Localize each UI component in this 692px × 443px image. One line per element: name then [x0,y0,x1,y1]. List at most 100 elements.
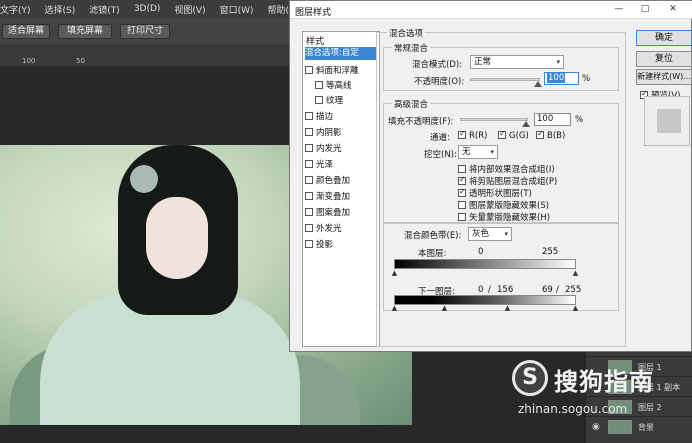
checkbox[interactable] [458,129,466,139]
checkbox[interactable] [305,66,313,74]
channel-g[interactable]: G(G) [498,129,529,141]
style-item-label: 等高线 [326,81,352,91]
knockout-select[interactable]: 无 ▾ [458,145,498,159]
checkbox[interactable] [458,213,466,221]
layer-mask-hides-option[interactable]: 图层蒙版隐藏效果(S) [458,199,549,211]
fit-screen-button[interactable]: 适合屏幕 [2,24,50,39]
this-layer-black-value: 0 [478,247,484,257]
ruler-label: 50 [76,57,85,65]
checkbox[interactable] [305,224,313,232]
channel-b[interactable]: B(B) [536,129,566,141]
underlying-white-split-handle[interactable]: ▲ [504,305,511,312]
checkbox[interactable] [305,208,313,216]
option-label: 图层蒙版隐藏效果(S) [469,201,550,211]
maximize-icon[interactable]: □ [634,2,656,17]
style-item-satin[interactable]: 光泽 [305,159,377,172]
underlying-separator: / [488,285,491,295]
blend-interior-option[interactable]: 将内部效果混合成组(I) [458,163,555,175]
this-layer-white-value: 255 [542,247,559,257]
checkbox[interactable] [305,240,313,248]
fill-opacity-input[interactable]: 100 [534,113,571,126]
checkbox[interactable] [536,129,544,139]
checkbox[interactable] [458,201,466,209]
opacity-slider-handle[interactable] [534,81,542,87]
checkbox[interactable] [315,96,323,104]
checkbox[interactable] [458,175,466,185]
menu-view[interactable]: 视图(V) [174,3,205,16]
channel-r-label: R(R) [469,131,488,141]
checkbox[interactable] [458,187,466,197]
style-item-inner-glow[interactable]: 内发光 [305,143,377,156]
underlying-value: 255 [565,285,582,295]
checkbox[interactable] [305,192,313,200]
this-layer-black-handle[interactable]: ▲ [391,270,398,277]
styles-header[interactable]: 样式 [306,34,324,47]
fill-opacity-slider[interactable] [460,118,528,121]
channel-r[interactable]: R(R) [458,129,488,141]
blend-if-label: 混合颜色带(E): [404,231,462,241]
style-item-inner-shadow[interactable]: 内阴影 [305,127,377,140]
style-item-label: 描边 [316,112,334,122]
fill-screen-button[interactable]: 填充屏幕 [58,24,112,39]
opacity-slider[interactable] [470,78,540,81]
watermark-url: zhinan.sogou.com [518,402,628,416]
menu-window[interactable]: 窗口(W) [220,3,254,16]
style-item-gradient-overlay[interactable]: 渐变叠加 [305,191,377,204]
style-item-pattern-overlay[interactable]: 图案叠加 [305,207,377,220]
opacity-input[interactable]: 100 [544,72,579,85]
layer-thumbnail [608,420,632,434]
checkbox[interactable] [305,176,313,184]
style-item-color-overlay[interactable]: 颜色叠加 [305,175,377,188]
blend-if-select[interactable]: 灰色 ▾ [468,227,512,241]
group-title: 高级混合 [392,98,431,110]
reset-button[interactable]: 复位 [636,51,692,67]
blend-clipped-option[interactable]: 将剪贴图层混合成组(P) [458,175,557,187]
sogou-logo-icon: S [512,360,548,396]
menu-select[interactable]: 选择(S) [45,3,76,16]
print-size-button[interactable]: 打印尺寸 [120,24,170,39]
style-item-label: 混合选项:自定 [305,48,359,58]
checkbox[interactable] [305,112,313,120]
percent-sign: % [575,115,584,125]
close-icon[interactable]: ✕ [662,2,684,17]
dialog-titlebar[interactable]: 图层样式 — □ ✕ [290,1,692,19]
dialog-title: 图层样式 [295,8,332,18]
style-item-outer-glow[interactable]: 外发光 [305,223,377,236]
style-item-label: 光泽 [316,160,334,170]
checkbox[interactable] [305,144,313,152]
checkbox[interactable] [498,129,506,139]
checkbox[interactable] [305,128,313,136]
fill-opacity-slider-handle[interactable] [522,121,530,127]
checkbox[interactable] [305,160,313,168]
blend-if-group: 混合颜色带(E): 灰色 ▾ 本图层: 0 255 ▲ ▲ 下一图层: 0 / … [383,223,619,312]
style-item-blending-options[interactable]: 混合选项:自定 [305,47,377,60]
general-blending-group: 常规混合 混合模式(D): 正常 ▾ 不透明度(O): 100 % [383,42,619,91]
ok-button[interactable]: 确定 [636,30,692,46]
minimize-icon[interactable]: — [608,2,630,17]
group-title: 常规混合 [392,42,431,54]
checkbox[interactable] [315,81,323,89]
menu-filter[interactable]: 滤镜(T) [89,3,120,16]
knockout-label: 挖空(N): [424,150,457,160]
style-item-stroke[interactable]: 描边 [305,111,377,124]
channel-b-label: B(B) [547,131,566,141]
knockout-value: 无 [462,147,471,157]
menu-3d[interactable]: 3D(D) [134,4,161,14]
style-item-bevel[interactable]: 斜面和浮雕 [305,65,377,78]
channels-label: 通道: [430,133,450,143]
vector-mask-hides-option[interactable]: 矢量蒙版隐藏效果(H) [458,211,550,223]
style-preview-swatch [657,109,681,133]
underlying-black-handle[interactable]: ▲ [391,305,398,312]
style-item-drop-shadow[interactable]: 投影 [305,239,377,252]
this-layer-white-handle[interactable]: ▲ [572,270,579,277]
style-item-label: 内阴影 [316,128,342,138]
checkbox[interactable] [458,165,466,173]
transparency-shapes-option[interactable]: 透明形状图层(T) [458,187,532,199]
underlying-black-split-handle[interactable]: ▲ [441,305,448,312]
menu-type[interactable]: 文字(Y) [0,3,31,16]
blend-mode-select[interactable]: 正常 ▾ [470,55,564,69]
underlying-white-handle[interactable]: ▲ [572,305,579,312]
channel-g-label: G(G) [509,131,529,141]
eye-icon[interactable]: ◉ [592,422,600,432]
new-style-button[interactable]: 新建样式(W)... [636,69,692,85]
